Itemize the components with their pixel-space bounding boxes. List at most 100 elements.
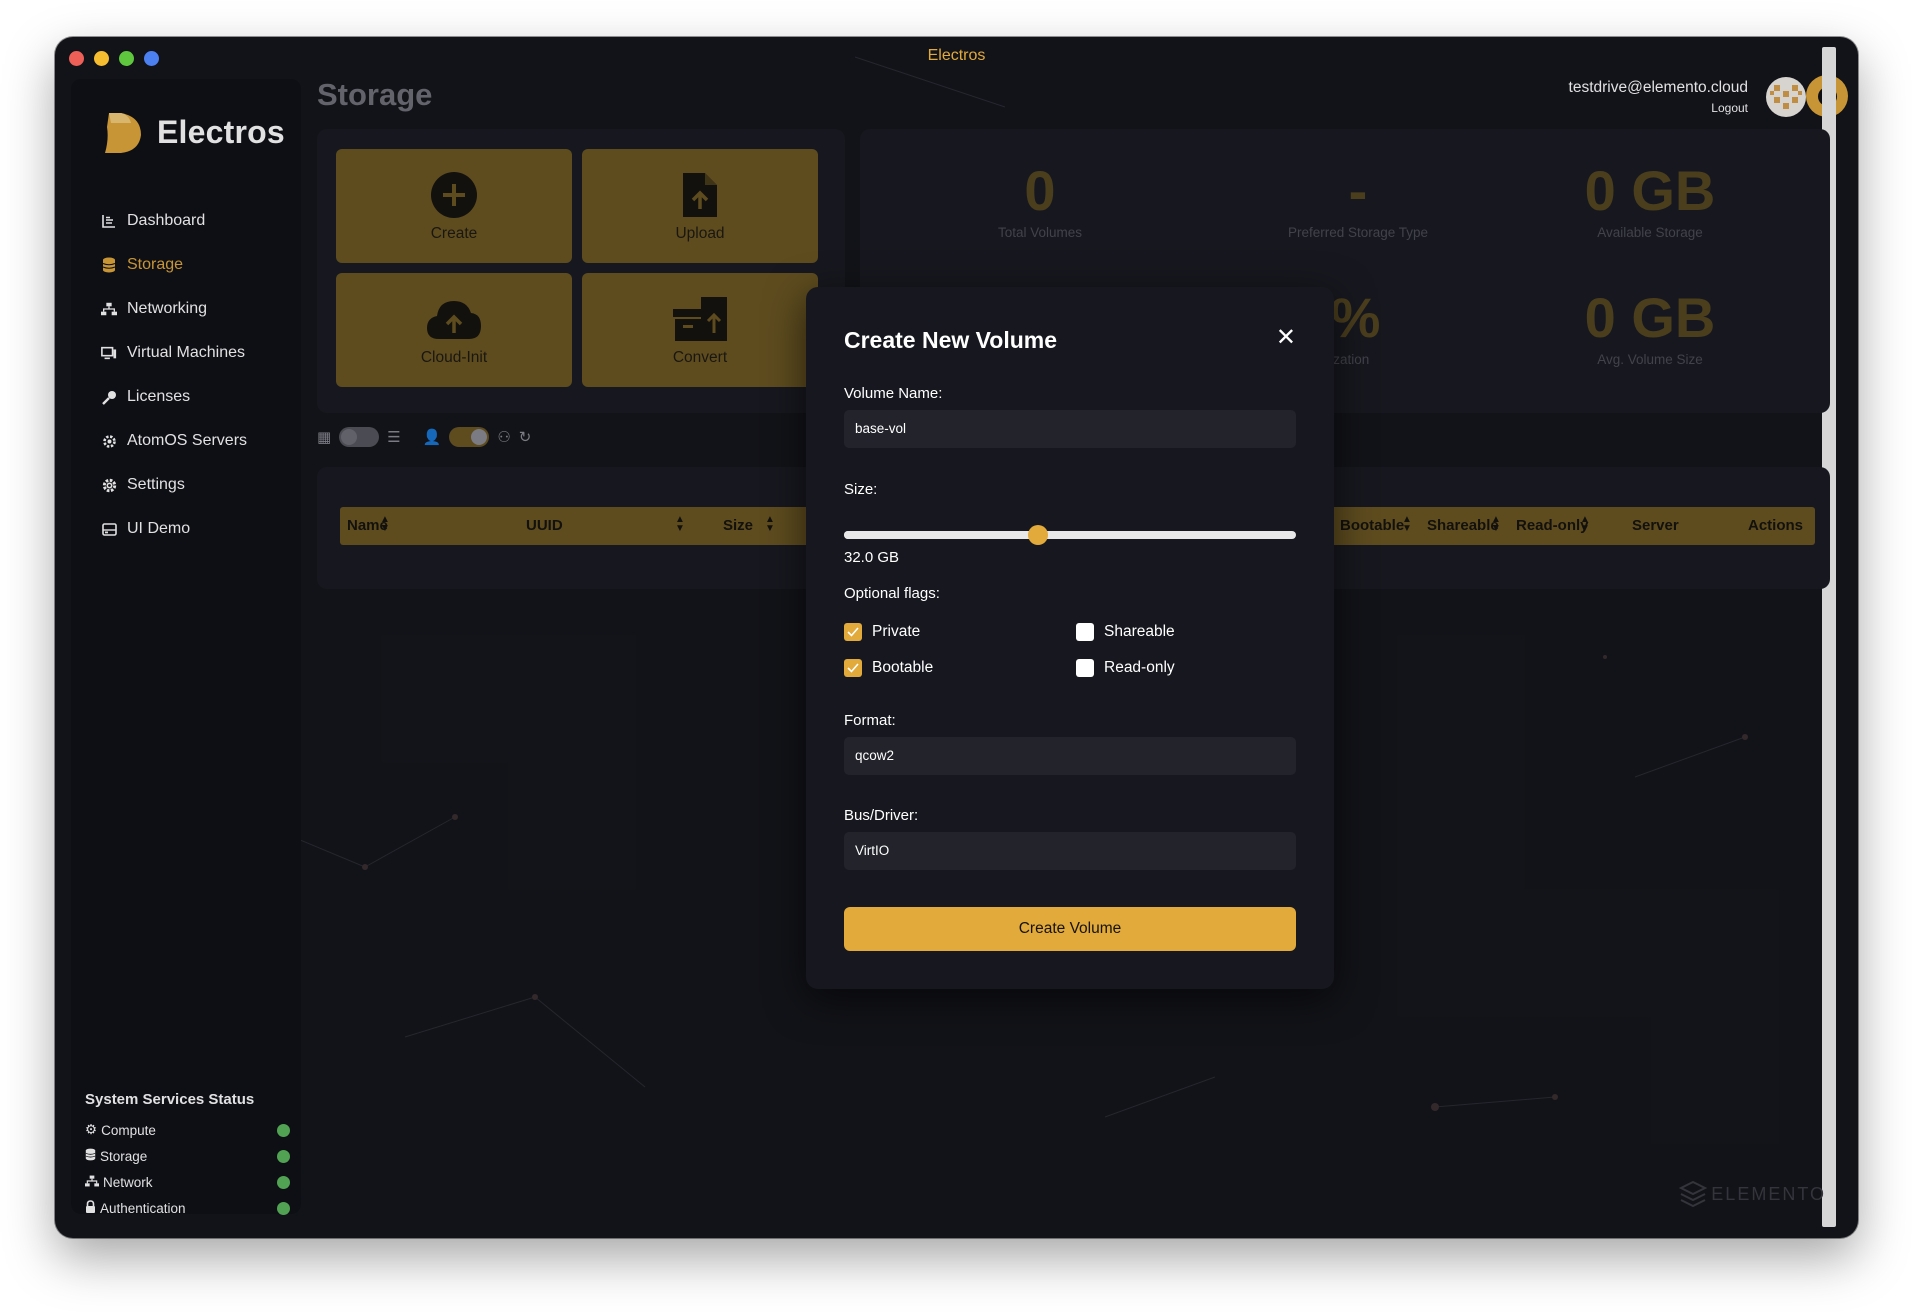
ownership-toggle[interactable]	[449, 427, 490, 447]
size-slider-thumb[interactable]	[1028, 525, 1049, 545]
service-label: Compute	[101, 1122, 156, 1138]
avatar[interactable]	[1766, 77, 1806, 117]
database-icon	[101, 257, 117, 273]
column-header-size[interactable]: Size	[723, 517, 753, 534]
view-mode-toggle[interactable]	[339, 427, 380, 447]
brand-name: Electros	[157, 113, 285, 150]
grid-view-icon[interactable]: ▦	[317, 428, 331, 446]
stat-avg-volume-size: 0 GB Avg. Volume Size	[1500, 286, 1800, 367]
file-upload-icon	[681, 169, 719, 221]
network-icon	[85, 1175, 99, 1190]
app-window: Electros Electros Dashboard Storage Netw…	[55, 37, 1858, 1238]
sidebar-item-atomos-servers[interactable]: AtomOS Servers	[101, 419, 247, 463]
chart-icon	[101, 213, 117, 229]
tile-label: Convert	[672, 349, 728, 366]
tile-label: Create	[430, 225, 478, 242]
create-volume-modal: Create New Volume ✕ Volume Name: base-vo…	[806, 287, 1334, 989]
logout-link[interactable]: Logout	[1569, 101, 1748, 115]
bus-driver-select[interactable]: VirtIO	[844, 832, 1296, 870]
stat-value: 0 GB	[1584, 159, 1716, 222]
stat-label: Available Storage	[1597, 225, 1703, 240]
checkbox-label: Bootable	[872, 659, 934, 676]
sidebar-item-label: Dashboard	[127, 212, 206, 229]
stat-label: Total Volumes	[997, 225, 1083, 240]
sidebar-item-settings[interactable]: Settings	[101, 463, 247, 507]
chip-icon: ⚙	[85, 1122, 98, 1137]
monitor-icon	[101, 345, 117, 361]
sidebar-item-networking[interactable]: Networking	[101, 287, 247, 331]
format-label: Format:	[844, 712, 896, 729]
elemento-mark-icon	[1679, 1180, 1708, 1208]
service-row-network: Network	[85, 1169, 290, 1195]
sort-icon[interactable]: ▲ ▼	[1402, 515, 1412, 534]
status-title: System Services Status	[85, 1091, 255, 1108]
refresh-icon[interactable]: ↻	[519, 428, 532, 446]
format-select[interactable]: qcow2	[844, 737, 1296, 775]
sort-icon[interactable]: ▲ ▼	[1580, 515, 1590, 534]
create-tile[interactable]: Create	[336, 149, 572, 263]
sidebar-item-label: Settings	[127, 476, 185, 493]
electros-logo-icon	[105, 113, 141, 153]
plus-circle-icon	[430, 169, 478, 221]
list-view-icon[interactable]: ☰	[387, 428, 400, 446]
close-icon[interactable]: ✕	[1276, 323, 1296, 352]
status-indicator	[277, 1175, 290, 1189]
stat-available-storage: 0 GB Available Storage	[1500, 159, 1800, 240]
brand[interactable]: Electros	[101, 109, 285, 155]
sidebar-item-label: Licenses	[127, 388, 191, 405]
column-header-shareable[interactable]: Shareable	[1427, 517, 1499, 534]
checkbox-box[interactable]	[1076, 623, 1094, 641]
checkbox-box[interactable]	[1076, 659, 1094, 677]
stat-label: Avg. Volume Size	[1597, 352, 1703, 367]
stat-total-volumes: 0 Total Volumes	[890, 159, 1190, 240]
size-slider-fill	[844, 531, 1039, 539]
modal-title: Create New Volume	[844, 327, 1058, 353]
create-volume-button[interactable]: Create Volume	[844, 907, 1296, 951]
bus-driver-label: Bus/Driver:	[844, 807, 919, 824]
size-slider[interactable]	[844, 525, 1296, 545]
column-header-read-only[interactable]: Read-only	[1516, 517, 1589, 534]
status-indicator	[277, 1123, 290, 1137]
sidebar-item-virtual-machines[interactable]: Virtual Machines	[101, 331, 247, 375]
view-toolbar: ▦ ☰ 👤 ⚇ ↻	[317, 427, 531, 447]
sidebar: Electros Dashboard Storage Networking Vi…	[71, 79, 301, 1216]
private-checkbox[interactable]: Private	[844, 623, 920, 641]
read-only-checkbox[interactable]: Read-only	[1076, 659, 1175, 677]
page-title: Storage	[317, 77, 433, 112]
checkbox-box[interactable]	[844, 623, 862, 641]
sort-icon[interactable]: ▲ ▼	[1491, 515, 1501, 534]
optional-flags-label: Optional flags:	[844, 585, 940, 602]
sidebar-item-ui-demo[interactable]: UI Demo	[101, 507, 247, 551]
drive-icon	[101, 521, 117, 537]
key-icon	[101, 389, 117, 405]
stat-preferred-storage-type: - Preferred Storage Type	[1208, 159, 1508, 240]
network-icon	[101, 301, 117, 317]
sidebar-nav: Dashboard Storage Networking Virtual Mac…	[101, 199, 247, 551]
sidebar-item-label: Virtual Machines	[127, 344, 245, 361]
column-header-uuid[interactable]: UUID	[526, 517, 563, 534]
tile-label: Upload	[675, 225, 725, 242]
checkbox-box[interactable]	[844, 659, 862, 677]
status-indicator	[277, 1201, 290, 1215]
column-header-server[interactable]: Server	[1632, 517, 1679, 534]
convert-tile[interactable]: Convert	[582, 273, 818, 387]
sidebar-item-storage[interactable]: Storage	[101, 243, 247, 287]
stat-label: Preferred Storage Type	[1287, 225, 1429, 240]
sidebar-item-dashboard[interactable]: Dashboard	[101, 199, 247, 243]
volume-name-input[interactable]: base-vol	[844, 410, 1296, 448]
sort-icon[interactable]: ▲ ▼	[380, 515, 390, 534]
stat-value: 0 GB	[1584, 286, 1716, 349]
upload-tile[interactable]: Upload	[582, 149, 818, 263]
shareable-checkbox[interactable]: Shareable	[1076, 623, 1175, 641]
cog-icon	[101, 433, 117, 449]
bootable-checkbox[interactable]: Bootable	[844, 659, 933, 677]
sidebar-item-licenses[interactable]: Licenses	[101, 375, 247, 419]
user-icon[interactable]: 👤	[423, 428, 442, 446]
users-outline-icon[interactable]: ⚇	[497, 428, 510, 446]
sort-icon[interactable]: ▲ ▼	[675, 515, 685, 534]
column-header-bootable[interactable]: Bootable	[1340, 517, 1404, 534]
column-header-actions: Actions	[1748, 517, 1804, 534]
sort-icon[interactable]: ▲ ▼	[765, 515, 775, 534]
cloud-init-tile[interactable]: Cloud-Init	[336, 273, 572, 387]
elemento-logo: ELEMENTO	[1679, 1180, 1826, 1208]
